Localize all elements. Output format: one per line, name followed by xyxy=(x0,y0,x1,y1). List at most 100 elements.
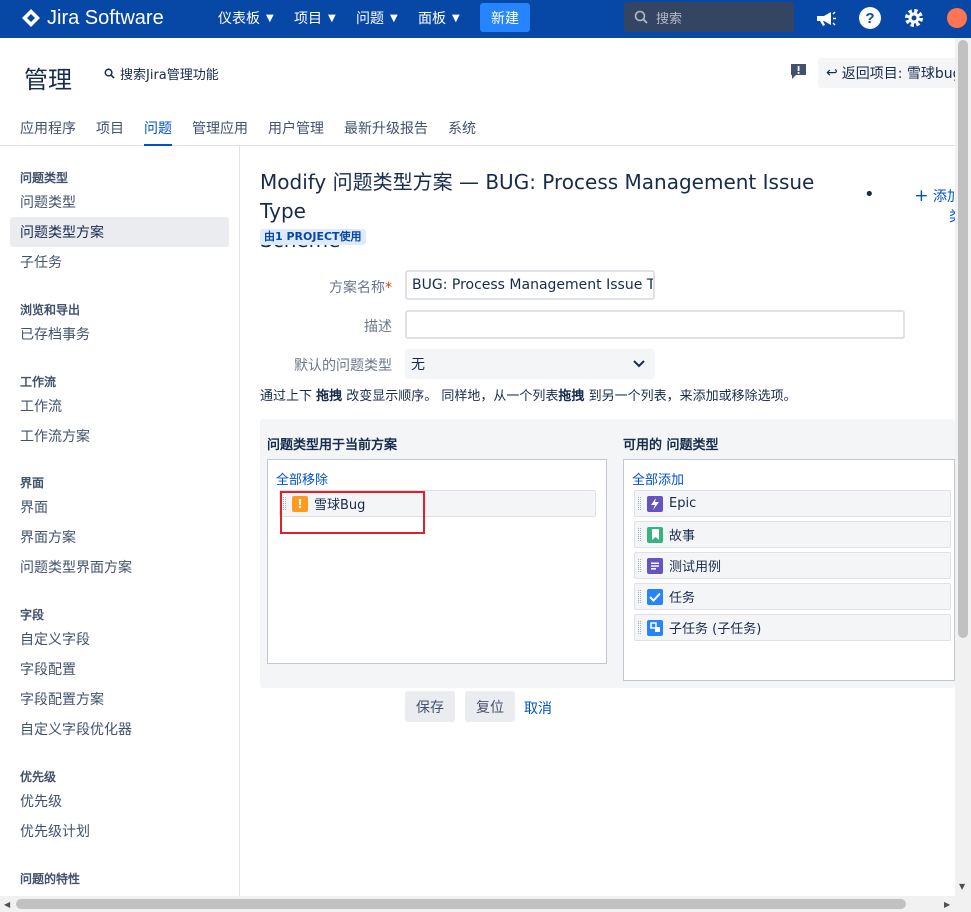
available-item-story[interactable]: 故事 xyxy=(634,521,951,548)
megaphone-icon[interactable] xyxy=(813,6,837,30)
add-all-link[interactable]: 全部添加 xyxy=(632,469,684,488)
available-types-title: 可用的 问题类型 xyxy=(623,438,719,453)
sidebar-item-custom-fields[interactable]: 自定义字段 xyxy=(10,624,229,654)
available-item-test-case[interactable]: 测试用例 xyxy=(634,552,951,579)
settings-gear-icon[interactable] xyxy=(902,6,926,30)
nav-dashboards[interactable]: 仪表板 ▼ xyxy=(218,8,274,28)
drag-grip-icon xyxy=(638,590,641,603)
jira-logo[interactable]: Jira Software xyxy=(21,6,164,30)
return-arrow-icon: ↩ xyxy=(826,65,838,81)
avatar[interactable] xyxy=(947,8,967,28)
tab-applications[interactable]: 应用程序 xyxy=(20,118,76,146)
item-label: Epic xyxy=(669,496,697,511)
remove-all-link[interactable]: 全部移除 xyxy=(276,469,328,488)
svg-text:?: ? xyxy=(865,10,874,27)
drag-grip-icon xyxy=(638,497,641,510)
search-icon xyxy=(634,10,648,24)
save-button[interactable]: 保存 xyxy=(405,691,455,722)
item-label: 子任务 (子任务) xyxy=(669,622,762,637)
default-issue-type-select[interactable]: 无 xyxy=(405,349,655,379)
nav-boards-label: 面板 xyxy=(418,11,446,27)
sidebar-heading-issue-attributes: 问题的特性 xyxy=(20,872,81,886)
hint-part2: 改变显示顺序。 同样地，从一个列表 xyxy=(342,389,559,404)
scheme-name-field[interactable]: BUG: Process Management Issue Type xyxy=(405,270,655,300)
sidebar-item-screens[interactable]: 界面 xyxy=(10,492,229,522)
subtask-icon xyxy=(647,619,663,636)
sidebar-heading-screens: 界面 xyxy=(20,476,45,490)
highlight-box xyxy=(280,491,425,534)
sidebar-item-field-configuration-schemes[interactable]: 字段配置方案 xyxy=(10,684,229,714)
horizontal-scroll-thumb[interactable] xyxy=(16,899,906,909)
cancel-link[interactable]: 取消 xyxy=(524,698,552,718)
sidebar-item-issue-types[interactable]: 问题类型 xyxy=(10,187,229,217)
available-item-subtask[interactable]: 子任务 (子任务) xyxy=(634,614,951,641)
usage-badge[interactable]: 由1 PROJECT使用 xyxy=(260,229,366,245)
drag-hint: 通过上下 拖拽 改变显示顺序。 同样地，从一个列表拖拽 到另一个列表，来添加或移… xyxy=(260,385,797,404)
chevron-down-icon: ▼ xyxy=(390,12,398,24)
default-issue-type-value: 无 xyxy=(411,357,425,373)
reset-button[interactable]: 复位 xyxy=(465,691,515,722)
vertical-scrollbar[interactable]: ▼ xyxy=(955,38,971,896)
item-label: 测试用例 xyxy=(669,560,722,575)
nav-projects[interactable]: 项目 ▼ xyxy=(294,8,336,28)
sidebar-item-issue-type-screen-schemes[interactable]: 问题类型界面方案 xyxy=(10,552,229,582)
sidebar-item-priority-schemes[interactable]: 优先级计划 xyxy=(10,816,229,846)
tab-manage-apps[interactable]: 管理应用 xyxy=(192,118,248,146)
sidebar-item-screen-schemes[interactable]: 界面方案 xyxy=(10,522,229,552)
bullet-dot: • xyxy=(864,184,875,205)
scroll-left-arrow-icon[interactable]: ◀ xyxy=(4,900,10,909)
nav-issues[interactable]: 问题 ▼ xyxy=(356,8,398,28)
scheme-heading-line1: Modify 问题类型方案 — BUG: Process Management … xyxy=(260,170,815,223)
admin-search-link[interactable]: 搜索Jira管理功能 xyxy=(104,64,219,83)
default-issue-type-label: 默认的问题类型 xyxy=(294,358,392,374)
admin-sidebar: 问题类型 问题类型 问题类型方案 子任务 浏览和导出 已存档事务 工作流 工作流… xyxy=(0,146,240,896)
jira-diamond-icon xyxy=(22,9,40,27)
tab-system[interactable]: 系统 xyxy=(448,118,476,146)
scroll-right-arrow-icon[interactable]: ▶ xyxy=(944,900,950,909)
chevron-down-icon: ▼ xyxy=(328,12,336,24)
chevron-down-icon xyxy=(633,360,645,368)
feedback-icon[interactable] xyxy=(790,63,807,80)
current-scheme-title: 问题类型用于当前方案 xyxy=(267,438,398,453)
sidebar-item-workflow-schemes[interactable]: 工作流方案 xyxy=(10,421,229,451)
available-item-task[interactable]: 任务 xyxy=(634,583,951,610)
item-label: 故事 xyxy=(669,529,696,544)
sidebar-heading-issue-types: 问题类型 xyxy=(20,171,69,185)
nav-dashboards-label: 仪表板 xyxy=(218,11,260,27)
sidebar-item-archived-issues[interactable]: 已存档事务 xyxy=(10,319,229,349)
admin-tabs: 应用程序 项目 问题 管理应用 用户管理 最新升级报告 系统 xyxy=(0,116,955,146)
search-input[interactable]: 搜索 xyxy=(624,2,794,32)
chevron-down-icon: ▼ xyxy=(452,12,460,24)
tab-user-management[interactable]: 用户管理 xyxy=(268,118,324,146)
sidebar-heading-browse-export: 浏览和导出 xyxy=(20,303,81,317)
tab-issues[interactable]: 问题 xyxy=(144,118,172,146)
available-item-epic[interactable]: Epic xyxy=(634,490,951,517)
horizontal-scrollbar[interactable]: ◀ ▶ xyxy=(0,896,971,912)
sidebar-item-workflows[interactable]: 工作流 xyxy=(10,391,229,421)
sidebar-item-field-configurations[interactable]: 字段配置 xyxy=(10,654,229,684)
sidebar-item-subtasks[interactable]: 子任务 xyxy=(10,247,229,277)
sidebar-item-priorities[interactable]: 优先级 xyxy=(10,786,229,816)
tab-projects[interactable]: 项目 xyxy=(96,118,124,146)
nav-boards[interactable]: 面板 ▼ xyxy=(418,8,460,28)
sidebar-item-custom-field-optimizer[interactable]: 自定义字段优化器 xyxy=(10,714,229,744)
nav-projects-label: 项目 xyxy=(294,11,322,27)
scheme-name-label: 方案名称* xyxy=(252,277,392,297)
scroll-down-arrow-icon[interactable]: ▼ xyxy=(959,882,965,891)
sidebar-item-issue-type-schemes[interactable]: 问题类型方案 xyxy=(10,217,229,247)
back-to-project-label: 返回项目: 雪球bug xyxy=(841,66,962,82)
drag-grip-icon xyxy=(638,621,641,634)
description-field[interactable] xyxy=(405,310,905,339)
back-to-project-button[interactable]: ↩ 返回项目: 雪球bug xyxy=(818,58,971,88)
tab-upgrade-report[interactable]: 最新升级报告 xyxy=(344,118,428,146)
page-title: 管理 xyxy=(24,66,72,94)
story-bookmark-icon xyxy=(647,526,663,543)
top-navigation: Jira Software 仪表板 ▼ 项目 ▼ 问题 ▼ 面板 ▼ 新建 搜索 ? xyxy=(0,0,971,38)
create-button[interactable]: 新建 xyxy=(480,3,530,32)
vertical-scroll-thumb[interactable] xyxy=(958,40,968,638)
help-icon[interactable]: ? xyxy=(858,6,882,30)
description-label: 描述 xyxy=(364,319,392,335)
brand-name: Jira Software xyxy=(47,6,164,29)
epic-lightning-icon xyxy=(647,495,663,512)
hint-bold2: 拖拽 xyxy=(558,389,585,404)
